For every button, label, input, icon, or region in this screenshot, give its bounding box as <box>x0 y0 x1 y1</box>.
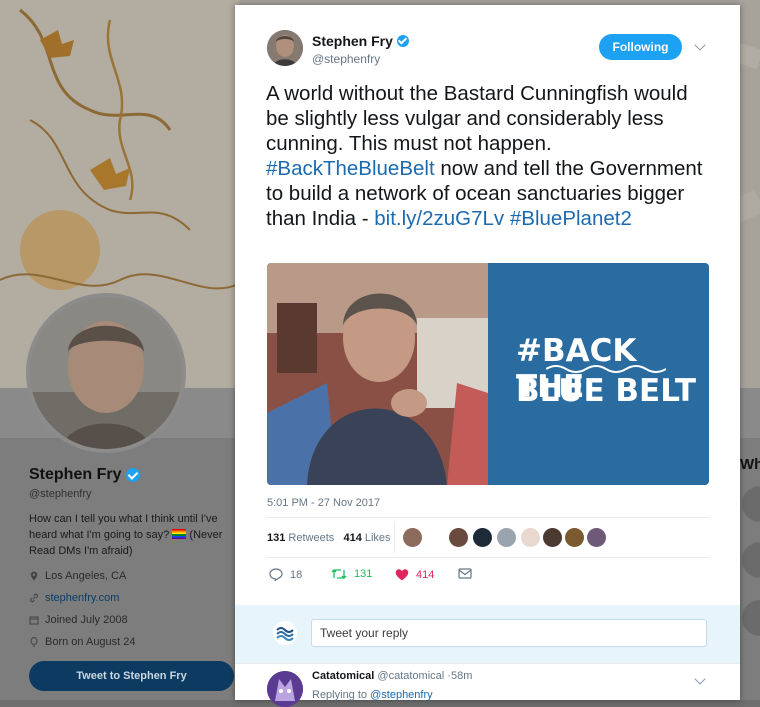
hashtag-link[interactable]: #BackTheBlueBelt <box>266 157 435 180</box>
reply-author-avatar[interactable] <box>267 671 303 707</box>
verified-icon <box>396 35 409 47</box>
replying-to: Replying to @stephenfry <box>312 689 433 701</box>
author-handle[interactable]: @stephenfry <box>312 52 380 66</box>
reply-count: 18 <box>290 568 303 581</box>
author-avatar[interactable] <box>267 30 303 66</box>
rainbow-flag-icon <box>172 529 187 539</box>
tweet-detail-modal: Stephen Fry @stephenfry Following A worl… <box>235 5 740 707</box>
liker-avatar[interactable] <box>565 528 584 547</box>
born-text: Born on August 24 <box>45 636 136 648</box>
calendar-icon <box>29 616 39 625</box>
hashtag-link[interactable]: #BluePlanet2 <box>510 207 632 230</box>
profile-name-text: Stephen Fry <box>29 466 122 483</box>
reply-author-name[interactable]: Catatomical <box>312 670 374 682</box>
liker-avatar[interactable] <box>449 528 468 547</box>
back-the-blue-belt-banner[interactable]: #BACK THE BLUE BELT <box>488 263 709 485</box>
like-count: 414 <box>416 568 435 581</box>
author-name-text[interactable]: Stephen Fry <box>312 33 393 49</box>
profile-avatar[interactable] <box>26 293 186 453</box>
retweets-label[interactable]: Retweets <box>288 532 334 544</box>
tweet-to-button[interactable]: Tweet to Stephen Fry <box>29 661 234 691</box>
banner-line-2: BLUE BELT <box>516 373 696 409</box>
liker-avatar[interactable] <box>587 528 606 547</box>
liker-avatar[interactable] <box>403 528 422 547</box>
likes-count[interactable]: 414 <box>343 532 361 544</box>
divider <box>267 517 709 518</box>
profile-location: Los Angeles, CA <box>29 570 126 582</box>
wave-logo-icon <box>273 621 297 645</box>
reply-author-handle[interactable]: @catatomical <box>377 670 444 682</box>
likes-label[interactable]: Likes <box>365 532 391 544</box>
divider <box>267 557 709 558</box>
replying-to-link[interactable]: @stephenfry <box>370 689 433 701</box>
profile-bio: How can I tell you what I think until I'… <box>29 511 229 559</box>
chevron-down-icon[interactable] <box>694 39 706 51</box>
url-link[interactable]: bit.ly/2zuG7Lv <box>374 207 504 230</box>
reply-age[interactable]: 58m <box>451 670 472 682</box>
location-text: Los Angeles, CA <box>45 570 127 582</box>
profile-birthday: Born on August 24 <box>29 636 136 648</box>
liker-avatar[interactable] <box>543 528 562 547</box>
website-link[interactable]: stephenfry.com <box>45 592 119 604</box>
engagement-stats[interactable]: 131 Retweets 414 Likes <box>267 532 391 544</box>
joined-text: Joined July 2008 <box>45 614 128 626</box>
profile-name: Stephen Fry <box>29 466 141 484</box>
chevron-down-icon[interactable] <box>694 673 706 685</box>
reply-header: Catatomical @catatomical ·58m <box>312 670 472 682</box>
profile-handle: @stephenfry <box>29 488 92 500</box>
retweet-action[interactable]: 131 <box>331 568 372 580</box>
replying-label: Replying to <box>312 689 368 701</box>
reply-input[interactable] <box>311 619 707 647</box>
reply-action[interactable]: 18 <box>269 568 302 581</box>
own-avatar <box>273 621 297 645</box>
liker-avatar[interactable] <box>497 528 516 547</box>
tweet-text: A world without the Bastard Cunningfish … <box>266 81 716 231</box>
liker-avatar[interactable] <box>521 528 540 547</box>
envelope-icon <box>458 568 472 579</box>
following-button[interactable]: Following <box>599 34 682 60</box>
profile-website[interactable]: stephenfry.com <box>29 592 119 604</box>
reply-icon <box>269 568 283 581</box>
like-action[interactable]: 414 <box>395 568 434 581</box>
divider <box>235 663 740 664</box>
location-pin-icon <box>30 571 38 581</box>
stats-separator <box>394 523 395 553</box>
profile-joined: Joined July 2008 <box>29 614 128 626</box>
tweet-media[interactable]: #BACK THE BLUE BELT <box>267 263 709 485</box>
heart-icon <box>395 569 409 581</box>
balloon-icon <box>30 637 38 647</box>
link-icon <box>30 593 38 603</box>
retweet-count: 131 <box>354 568 373 580</box>
retweets-count[interactable]: 131 <box>267 532 285 544</box>
media-photo[interactable] <box>267 263 488 485</box>
tweet-timestamp[interactable]: 5:01 PM - 27 Nov 2017 <box>267 497 380 509</box>
verified-icon <box>126 468 141 482</box>
liker-avatar[interactable] <box>473 528 492 547</box>
tweet-text-part: A world without the Bastard Cunningfish … <box>266 82 688 155</box>
who-to-follow-heading: Wh <box>740 456 760 473</box>
author-name[interactable]: Stephen Fry <box>312 33 409 49</box>
retweet-icon <box>331 569 347 579</box>
direct-message-action[interactable] <box>458 568 472 579</box>
